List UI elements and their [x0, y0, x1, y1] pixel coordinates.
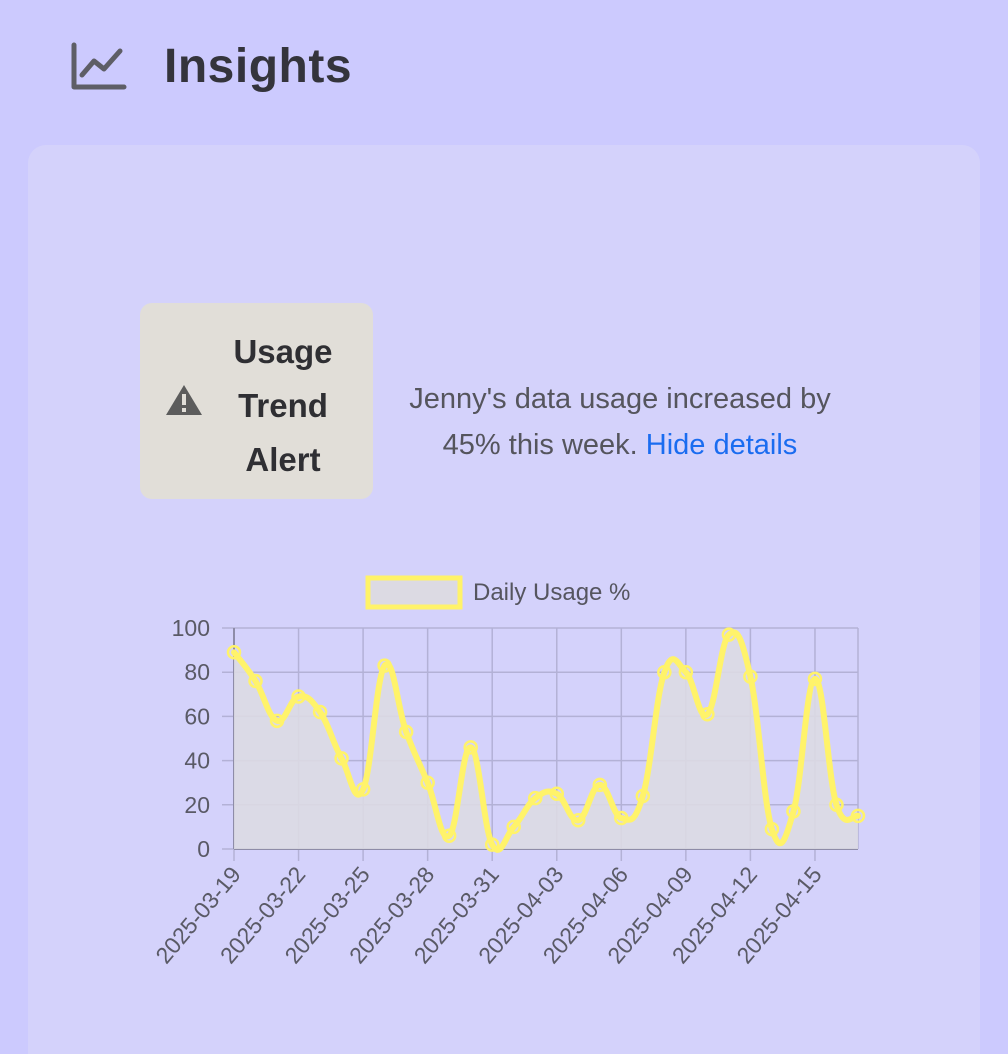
page: Insights Usage Trend Alert Jenny's data … [0, 0, 1008, 1054]
y-tick-label: 60 [184, 703, 210, 729]
y-tick-label: 0 [197, 836, 210, 862]
y-tick-label: 100 [172, 615, 210, 641]
usage-chart: 0204060801002025-03-192025-03-222025-03-… [150, 575, 866, 968]
series-area [234, 632, 858, 850]
legend-swatch [365, 575, 463, 610]
legend-label: Daily Usage % [473, 579, 630, 606]
y-tick-label: 40 [184, 748, 210, 774]
y-tick-label: 80 [184, 659, 210, 685]
y-tick-label: 20 [184, 792, 210, 818]
